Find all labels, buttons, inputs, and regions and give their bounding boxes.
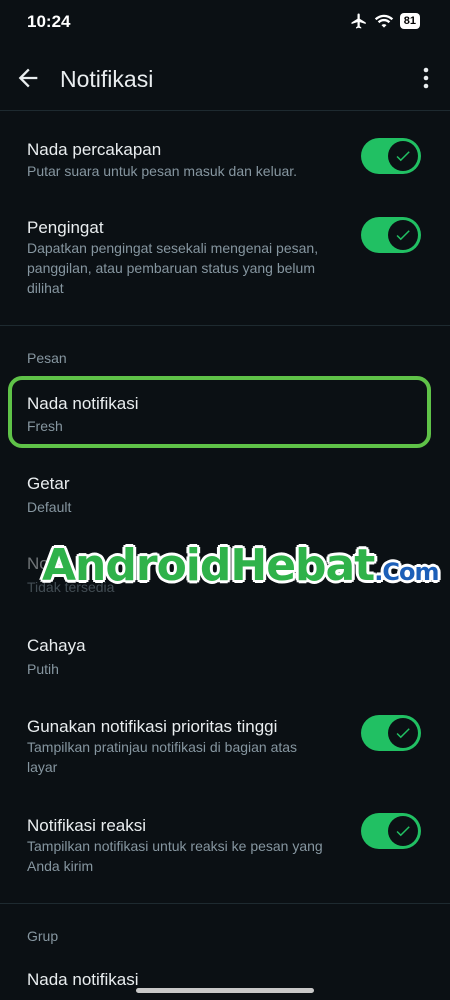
row-title: Gunakan notifikasi prioritas tinggi: [27, 717, 278, 736]
setting-nada-percakapan[interactable]: Nada percakapan Putar suara untuk pesan …: [0, 120, 450, 200]
app-bar: Notifikasi: [0, 44, 450, 110]
toggle-knob: [388, 718, 418, 748]
row-title: Nada notifikasi: [27, 970, 139, 989]
check-icon: [396, 728, 410, 739]
status-time: 10:24: [27, 12, 71, 31]
status-bar: 10:24 81: [0, 0, 450, 44]
row-title: Pengingat: [27, 218, 104, 237]
nada-percakapan-toggle[interactable]: [361, 138, 421, 174]
row-title: Nada percakapan: [27, 140, 162, 159]
row-title: Notifikasi reaksi: [27, 816, 147, 835]
wifi-icon: [374, 14, 393, 28]
watermark-suffix: .Com: [374, 558, 439, 586]
toggle-knob: [388, 220, 418, 250]
row-value: Putih: [27, 661, 59, 677]
setting-notifikasi-reaksi[interactable]: Notifikasi reaksi Tampilkan notifikasi u…: [0, 803, 450, 893]
page-title: Notifikasi: [60, 66, 154, 92]
pengingat-toggle[interactable]: [361, 217, 421, 253]
back-arrow-icon[interactable]: [14, 64, 42, 92]
setting-prioritas-tinggi[interactable]: Gunakan notifikasi prioritas tinggi Tamp…: [0, 705, 450, 795]
toggle-knob: [388, 141, 418, 171]
toggle-knob: [388, 816, 418, 846]
setting-cahaya[interactable]: Cahaya Putih: [0, 624, 450, 690]
check-icon: [396, 826, 410, 837]
gesture-nav-bar[interactable]: [136, 988, 314, 993]
row-title: Getar: [27, 474, 70, 493]
section-header-pesan: Pesan: [27, 350, 67, 366]
check-icon: [396, 230, 410, 241]
section-header-grup: Grup: [27, 928, 59, 944]
prioritas-tinggi-toggle[interactable]: [361, 715, 421, 751]
row-subtitle: Putar suara untuk pesan masuk dan keluar…: [27, 163, 298, 179]
watermark-logo: AndroidHebat.Com: [42, 540, 440, 591]
row-subtitle: Tampilkan notifikasi untuk reaksi ke pes…: [27, 838, 323, 874]
row-subtitle: Tampilkan pratinjau notifikasi di bagian…: [27, 739, 298, 775]
divider: [0, 903, 450, 904]
status-icons: 81: [350, 12, 420, 30]
divider: [0, 325, 450, 326]
setting-pengingat[interactable]: Pengingat Dapatkan pengingat sesekali me…: [0, 200, 450, 310]
divider: [0, 110, 450, 111]
notifikasi-reaksi-toggle[interactable]: [361, 813, 421, 849]
setting-getar[interactable]: Getar Default: [0, 462, 450, 528]
row-title: Cahaya: [27, 636, 86, 655]
setting-grup-nada-notifikasi[interactable]: Nada notifikasi: [0, 960, 450, 1000]
check-icon: [396, 151, 410, 162]
watermark-main: AndroidHebat: [42, 540, 375, 591]
airplane-icon: [351, 13, 366, 29]
highlight-box: [8, 376, 431, 448]
battery-icon: 81: [399, 13, 420, 29]
row-subtitle: Dapatkan pengingat sesekali mengenai pes…: [27, 240, 319, 296]
more-vert-icon[interactable]: [416, 64, 436, 92]
row-value: Default: [27, 499, 72, 515]
